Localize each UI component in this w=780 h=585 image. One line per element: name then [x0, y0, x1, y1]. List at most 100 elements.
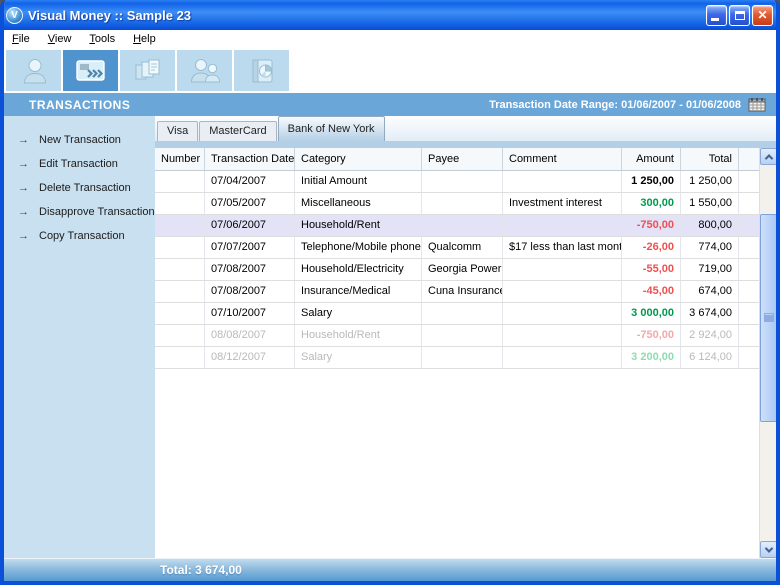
report-book-icon: [244, 56, 280, 86]
scrollbar-thumb[interactable]: [760, 214, 776, 422]
column-header[interactable]: Amount: [622, 148, 681, 170]
cell-total: 674,00: [681, 281, 739, 302]
section-title: TRANSACTIONS: [29, 98, 130, 112]
cell-number: [155, 171, 205, 192]
close-icon: ✕: [753, 6, 772, 25]
main-panel: VisaMasterCardBank of New York NumberTra…: [155, 116, 776, 558]
sidebar-item[interactable]: → Copy Transaction: [4, 224, 155, 248]
cell-filler: [739, 237, 759, 258]
menu-item[interactable]: File: [12, 33, 30, 45]
cell-amount: -750,00: [622, 325, 681, 346]
table-row[interactable]: 07/08/2007 Household/Electricity Georgia…: [155, 259, 759, 281]
arrow-right-icon: →: [18, 230, 29, 242]
scheduled-transactions-button[interactable]: [120, 50, 175, 91]
calendar-icon[interactable]: [748, 97, 766, 112]
reports-button[interactable]: [234, 50, 289, 91]
cell-payee: [422, 171, 503, 192]
cell-category: Salary: [295, 347, 422, 368]
cell-amount: -45,00: [622, 281, 681, 302]
window-controls: ✕: [706, 5, 773, 26]
table-row[interactable]: 07/05/2007 Miscellaneous Investment inte…: [155, 193, 759, 215]
column-header[interactable]: Comment: [503, 148, 622, 170]
table-row[interactable]: 07/06/2007 Household/Rent -750,00 800,00: [155, 215, 759, 237]
table-row[interactable]: 08/08/2007 Household/Rent -750,00 2 924,…: [155, 325, 759, 347]
cell-date: 07/07/2007: [205, 237, 295, 258]
column-header[interactable]: Category: [295, 148, 422, 170]
toolbar: [4, 48, 776, 93]
arrow-right-icon: →: [18, 134, 29, 146]
minimize-button[interactable]: [706, 5, 727, 26]
cell-payee: [422, 347, 503, 368]
account-tab[interactable]: MasterCard: [199, 121, 276, 141]
total-label: Total: 3 674,00: [160, 563, 242, 577]
table-row[interactable]: 07/04/2007 Initial Amount 1 250,00 1 250…: [155, 171, 759, 193]
cell-category: Household/Rent: [295, 215, 422, 236]
close-button[interactable]: ✕: [752, 5, 773, 26]
cell-payee: [422, 325, 503, 346]
table-row[interactable]: 07/08/2007 Insurance/Medical Cuna Insura…: [155, 281, 759, 303]
account-tab[interactable]: Bank of New York: [278, 116, 385, 141]
sidebar-item-label: Delete Transaction: [39, 182, 131, 194]
cell-category: Household/Electricity: [295, 259, 422, 280]
cell-amount: 300,00: [622, 193, 681, 214]
cell-comment: $17 less than last month: [503, 237, 622, 258]
table-body: 07/04/2007 Initial Amount 1 250,00 1 250…: [155, 171, 759, 369]
scroll-up-button[interactable]: [760, 148, 776, 165]
menu-item[interactable]: Help: [133, 33, 156, 45]
cell-category: Insurance/Medical: [295, 281, 422, 302]
window-title: Visual Money :: Sample 23: [28, 8, 701, 23]
table-row[interactable]: 08/12/2007 Salary 3 200,00 6 124,00: [155, 347, 759, 369]
documents-icon: [130, 56, 166, 86]
column-header[interactable]: Number: [155, 148, 205, 170]
menu-item[interactable]: Tools: [89, 33, 115, 45]
cell-number: [155, 347, 205, 368]
cell-number: [155, 259, 205, 280]
cell-total: 774,00: [681, 237, 739, 258]
cell-comment: [503, 325, 622, 346]
sidebar-item[interactable]: → New Transaction: [4, 128, 155, 152]
cell-date: 07/10/2007: [205, 303, 295, 324]
section-header: TRANSACTIONS Transaction Date Range: 01/…: [4, 93, 776, 116]
maximize-button[interactable]: [729, 5, 750, 26]
cell-comment: [503, 215, 622, 236]
cell-filler: [739, 347, 759, 368]
cell-payee: [422, 215, 503, 236]
person-icon: [16, 56, 52, 86]
account-tab[interactable]: Visa: [157, 121, 198, 141]
accounts-button[interactable]: [6, 50, 61, 91]
cell-comment: [503, 281, 622, 302]
vertical-scrollbar[interactable]: [759, 148, 776, 558]
cell-total: 1 550,00: [681, 193, 739, 214]
menu-item[interactable]: View: [48, 33, 72, 45]
cell-date: 07/04/2007: [205, 171, 295, 192]
cell-payee: Qualcomm: [422, 237, 503, 258]
cell-filler: [739, 281, 759, 302]
sidebar-item[interactable]: → Disapprove Transaction: [4, 200, 155, 224]
payees-button[interactable]: [177, 50, 232, 91]
column-header[interactable]: Transaction Date: [205, 148, 295, 170]
table-row[interactable]: 07/10/2007 Salary 3 000,00 3 674,00: [155, 303, 759, 325]
cell-filler: [739, 325, 759, 346]
table-row[interactable]: 07/07/2007 Telephone/Mobile phone Qualco…: [155, 237, 759, 259]
column-header[interactable]: Payee: [422, 148, 503, 170]
column-header[interactable]: Total: [681, 148, 739, 170]
scroll-down-button[interactable]: [760, 541, 776, 558]
date-range: Transaction Date Range: 01/06/2007 - 01/…: [489, 97, 766, 112]
cell-category: Household/Rent: [295, 325, 422, 346]
cell-payee: [422, 193, 503, 214]
cell-comment: [503, 303, 622, 324]
cell-date: 08/12/2007: [205, 347, 295, 368]
cell-number: [155, 237, 205, 258]
sidebar-item-label: New Transaction: [39, 134, 121, 146]
cell-number: [155, 325, 205, 346]
cell-category: Salary: [295, 303, 422, 324]
transactions-button[interactable]: [63, 50, 118, 91]
sidebar-item[interactable]: → Delete Transaction: [4, 176, 155, 200]
sidebar-item[interactable]: → Edit Transaction: [4, 152, 155, 176]
scrollbar-grip-icon: [765, 314, 773, 315]
cell-comment: [503, 259, 622, 280]
app-icon: V: [6, 7, 23, 24]
cell-number: [155, 193, 205, 214]
transactions-table: NumberTransaction DateCategoryPayeeComme…: [155, 148, 776, 558]
tabstrip-divider: [155, 141, 776, 148]
